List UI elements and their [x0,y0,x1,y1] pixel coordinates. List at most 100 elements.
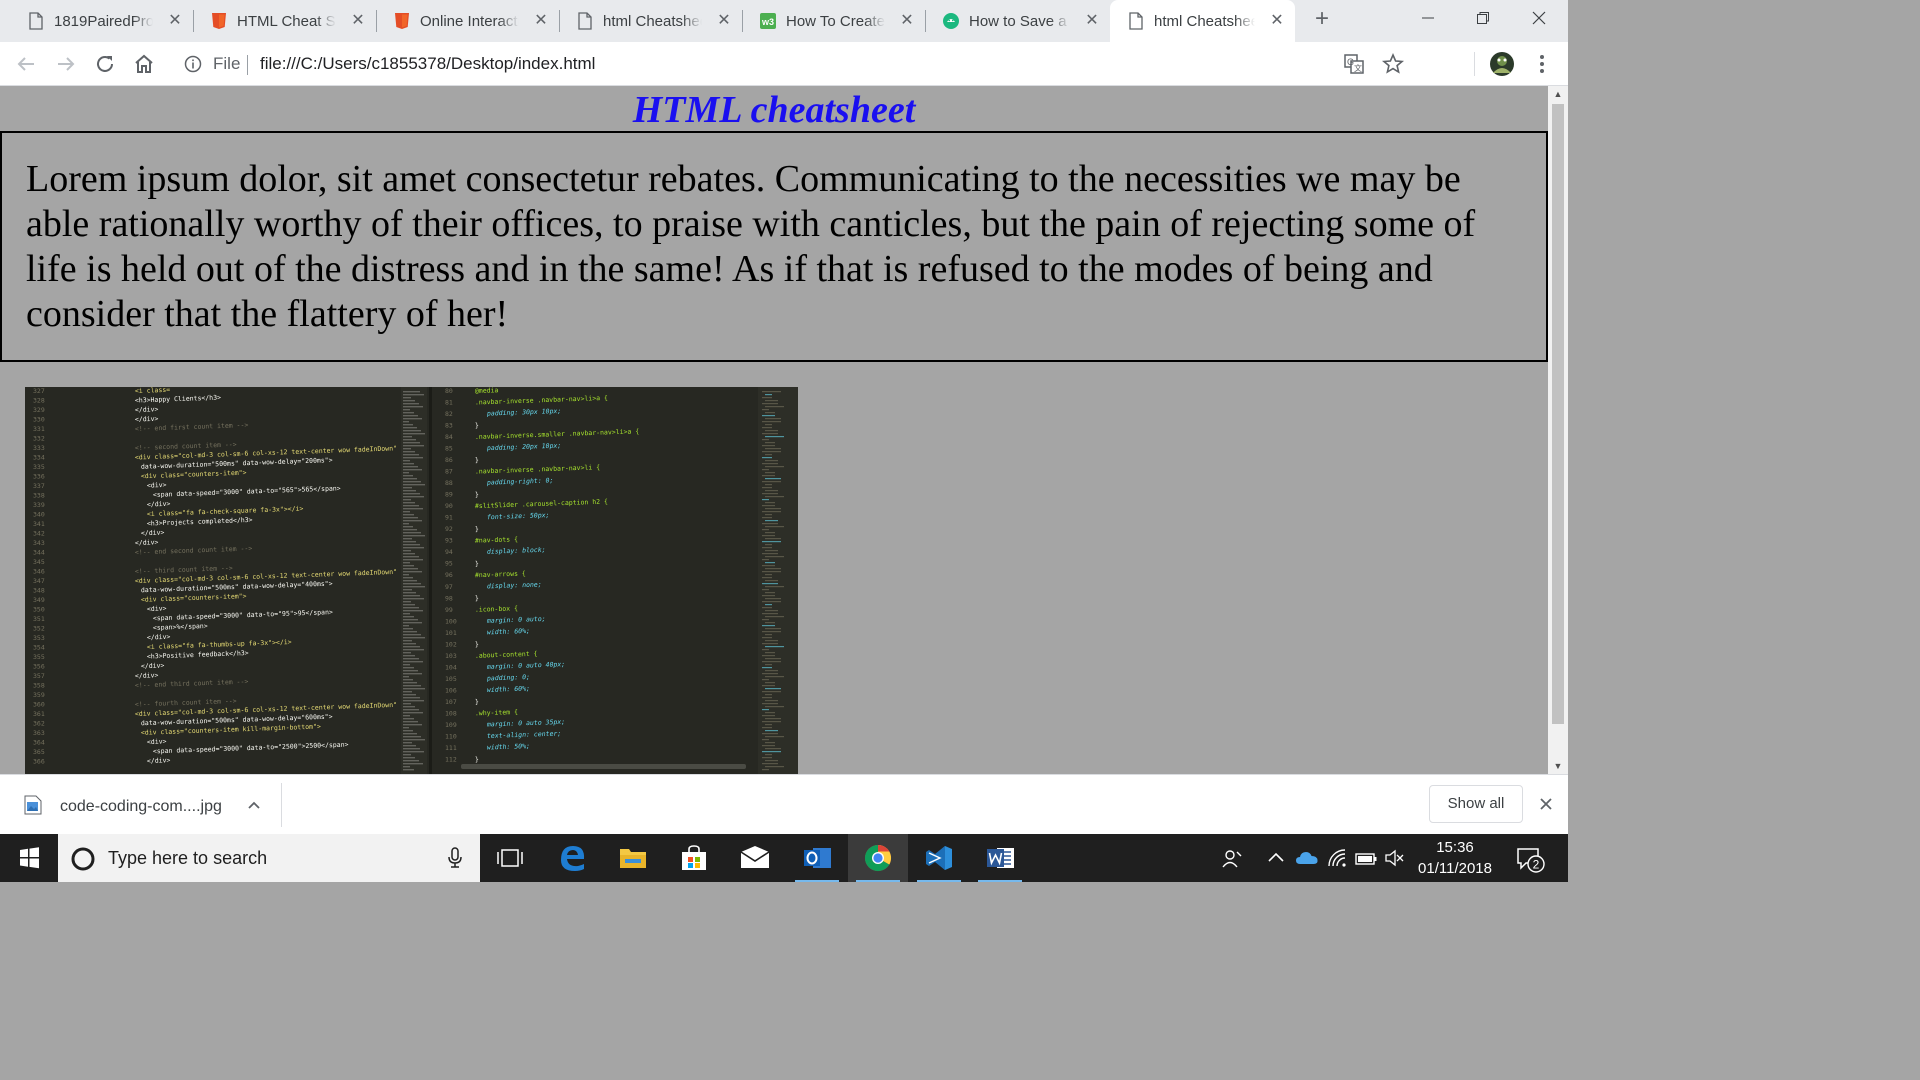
minimap-line [762,403,778,405]
home-icon[interactable] [132,52,156,76]
taskbar-search[interactable]: Type here to search [58,834,480,882]
restore-button[interactable] [1463,4,1503,34]
code-line: width: 60%; [487,627,530,636]
tab-1[interactable]: 1819PairedProje ✕ [10,0,193,42]
minimap-line [403,697,420,699]
minimap-line [762,673,778,675]
minimap-line [765,658,781,660]
minimap-line [403,691,412,693]
onedrive-cloud-icon[interactable] [1295,848,1319,868]
minimap-line [403,640,412,642]
minimap-line [765,430,778,432]
minimap-line [762,481,781,483]
taskbar-vscode[interactable] [909,834,969,882]
people-icon[interactable] [1222,848,1242,868]
minimap-line [765,652,775,654]
reload-icon[interactable] [93,52,117,76]
cortana-circle-icon[interactable] [70,846,96,872]
tab-4[interactable]: html Cheatsheet ✕ [559,0,742,42]
minimap-line [403,433,425,435]
minimap-line [403,472,409,474]
scroll-down-arrow-icon[interactable]: ▼ [1548,758,1568,774]
line-number: 349 [33,596,45,604]
minimap-line [765,742,775,744]
minimap-line [403,715,410,717]
forward-icon[interactable] [54,52,78,76]
close-tab-icon[interactable]: ✕ [714,11,734,31]
chevron-up-icon[interactable] [244,795,264,815]
minimap-line [403,412,414,414]
bookmark-star-icon[interactable] [1381,52,1405,76]
image-file-icon[interactable] [24,795,42,815]
search-placeholder[interactable]: Type here to search [108,848,267,869]
taskbar-word[interactable] [970,834,1030,882]
line-number: 93 [445,537,453,545]
minimap-line [403,625,409,627]
minimap-line [403,484,425,486]
minimap-line [403,703,411,705]
tab-2[interactable]: HTML Cheat She ✕ [193,0,376,42]
battery-icon[interactable] [1354,848,1378,868]
close-tab-icon[interactable]: ✕ [531,11,551,31]
taskbar-store[interactable] [664,834,724,882]
wifi-icon[interactable] [1327,848,1347,868]
minimap-line [762,751,781,753]
chevron-up-tray-icon[interactable] [1266,848,1286,868]
tab-6[interactable]: How to Save a F ✕ [925,0,1110,42]
tab-separator [559,10,560,32]
info-icon[interactable] [184,55,202,73]
minimap-line [403,523,409,525]
task-view-button[interactable] [480,834,540,882]
taskbar-chrome[interactable] [848,834,908,882]
close-tab-icon[interactable]: ✕ [1267,11,1287,31]
new-tab-button[interactable]: + [1310,7,1334,32]
line-number: 358 [33,682,45,690]
minimap-line [403,730,413,732]
back-icon[interactable] [14,52,38,76]
minimap-line [762,649,769,651]
microphone-icon[interactable] [446,847,464,869]
url-text[interactable]: file:///C:/Users/c1855378/Desktop/index.… [260,54,595,74]
start-button[interactable] [0,834,58,882]
line-number: 103 [445,652,457,660]
tab-separator [742,10,743,32]
address-bar[interactable]: File file:///C:/Users/c1855378/Desktop/i… [172,46,1416,82]
volume-muted-icon[interactable] [1384,848,1404,868]
minimap-line [762,661,781,663]
tab-5[interactable]: w3 How To Create F ✕ [742,0,925,42]
code-line: width: 50%; [487,742,530,751]
download-file-name[interactable]: code-coding-com....jpg [60,798,222,816]
tab-7[interactable]: html Cheatshee ✕ [1110,0,1295,42]
taskbar-outlook[interactable] [787,834,847,882]
line-number: 92 [445,525,453,533]
minimize-button[interactable] [1408,4,1448,34]
minimap-line [403,466,418,468]
system-clock[interactable]: 15:36 01/11/2018 [1406,837,1504,879]
show-all-button[interactable]: Show all [1429,785,1523,823]
minimap-line [765,766,784,768]
scroll-up-arrow-icon[interactable]: ▲ [1548,86,1568,102]
close-tab-icon[interactable]: ✕ [348,11,368,31]
action-center-button[interactable]: 2 [1514,844,1546,874]
code-line: </div> [147,633,171,642]
taskbar-file-explorer[interactable] [603,834,663,882]
translate-icon[interactable]: G文 [1342,52,1366,76]
close-tab-icon[interactable]: ✕ [1082,11,1102,31]
taskbar-edge[interactable] [542,834,602,882]
menu-kebab-icon[interactable] [1530,52,1554,76]
vertical-scrollbar[interactable]: ▲ ▼ [1548,86,1568,774]
minimap-line [765,580,778,582]
tab-3[interactable]: Online Interactiv ✕ [376,0,559,42]
minimap-line [762,745,775,747]
close-window-button[interactable] [1519,4,1559,34]
taskbar-mail[interactable] [725,834,785,882]
close-shelf-icon[interactable] [1535,793,1557,815]
close-tab-icon[interactable]: ✕ [165,11,185,31]
close-tab-icon[interactable]: ✕ [897,11,917,31]
line-number: 83 [445,422,453,430]
code-line: padding: 0; [487,673,530,682]
profile-avatar-icon[interactable] [1489,51,1515,77]
minimap-line [765,532,775,534]
scrollbar-thumb[interactable] [1552,104,1564,724]
minimap-line [403,574,409,576]
